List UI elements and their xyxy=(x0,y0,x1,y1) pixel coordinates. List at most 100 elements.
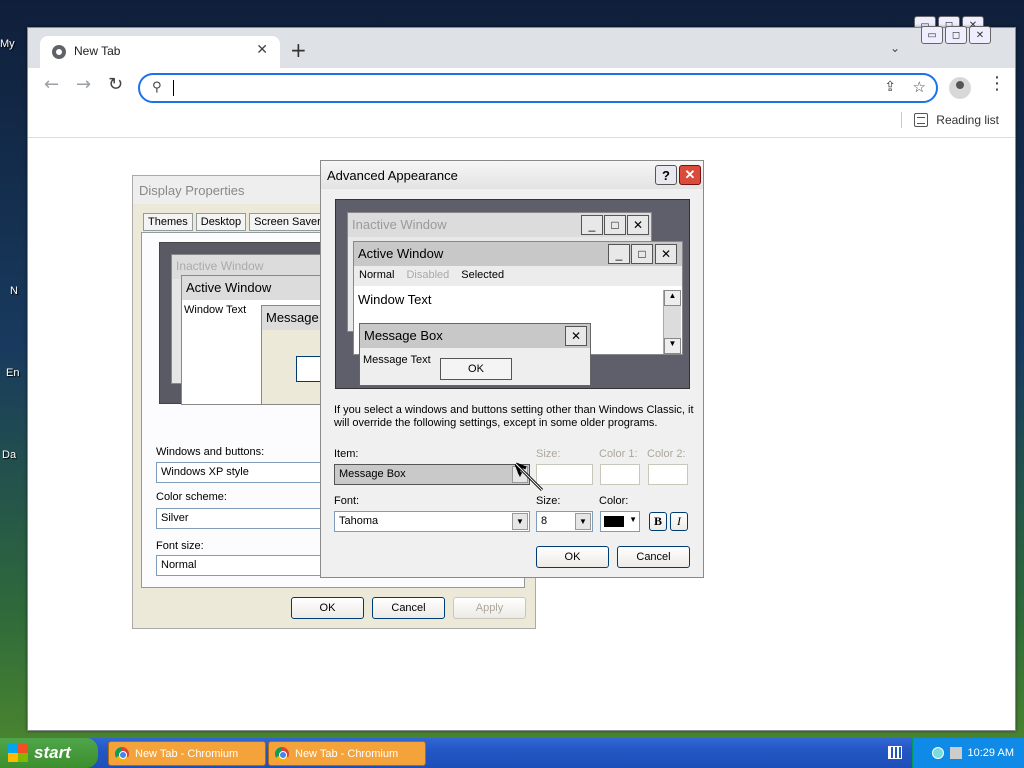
system-tray: 10:29 AM xyxy=(912,738,1024,768)
divider xyxy=(901,112,903,128)
window-controls: ▭ ◻ ✕ xyxy=(921,26,991,44)
chevron-down-icon[interactable]: ▼ xyxy=(512,513,528,530)
tab-search-chevron-icon[interactable]: ⌄ xyxy=(890,41,900,55)
cancel-button[interactable]: Cancel xyxy=(372,597,445,619)
start-button[interactable]: start xyxy=(0,738,98,768)
volume-icon[interactable] xyxy=(949,747,962,759)
clock[interactable]: 10:29 AM xyxy=(968,747,1014,759)
preview-message-ok: OK xyxy=(440,358,512,380)
item-select[interactable]: Message Box ▼ xyxy=(334,464,530,485)
cursor-icon xyxy=(514,462,544,492)
taskbar-item-label: New Tab - Chromium xyxy=(135,747,239,760)
preview-active-title: Active Window xyxy=(182,276,330,300)
chrome-favicon-icon xyxy=(52,45,66,59)
close-button[interactable]: ✕ xyxy=(679,165,701,185)
preview-message-title: Message Box xyxy=(360,324,590,348)
preview-window-text: Window Text xyxy=(184,304,247,316)
forward-button[interactable]: → xyxy=(76,76,91,94)
preview-message-text: Message Text xyxy=(363,354,431,366)
close-window-button[interactable]: ✕ xyxy=(969,26,991,44)
desktop-icon-label[interactable]: My xyxy=(0,38,15,50)
tab-desktop[interactable]: Desktop xyxy=(195,213,247,231)
maximize-icon: □ xyxy=(631,244,653,264)
desktop-icon-label[interactable]: En xyxy=(6,367,19,379)
taskbar-item-chromium[interactable]: New Tab - Chromium xyxy=(268,741,426,766)
dialog-title: Advanced Appearance xyxy=(321,161,703,189)
item-select-value: Message Box xyxy=(339,468,406,480)
text-caret xyxy=(173,80,174,96)
windows-logo-icon xyxy=(8,744,28,762)
windows-buttons-label: Windows and buttons: xyxy=(156,446,265,458)
item-label: Item: xyxy=(334,448,359,460)
new-tab-button[interactable]: + xyxy=(290,40,307,60)
font-color-label: Color: xyxy=(599,495,629,507)
menu-icon[interactable]: ⋮ xyxy=(988,75,1006,93)
font-size-select[interactable]: Normal xyxy=(156,555,326,576)
chevron-down-icon[interactable]: ▼ xyxy=(575,513,591,530)
tab-new-tab[interactable]: New Tab ✕ xyxy=(40,36,280,68)
color2-picker[interactable] xyxy=(648,464,688,485)
ok-button[interactable]: OK xyxy=(291,597,364,619)
reading-list-icon xyxy=(914,113,929,127)
advanced-appearance-dialog: Advanced Appearance ? ✕ Inactive Window … xyxy=(320,160,704,578)
bookmark-bar: Reading list xyxy=(28,108,1015,138)
minimize-icon: _ xyxy=(608,244,630,264)
windows-buttons-select[interactable]: Windows XP style xyxy=(156,462,326,483)
font-select[interactable]: Tahoma ▼ xyxy=(334,511,530,532)
tab-screen-saver[interactable]: Screen Saver xyxy=(249,213,326,231)
taskbar-item-chromium[interactable]: New Tab - Chromium xyxy=(108,741,266,766)
close-icon: ✕ xyxy=(655,244,677,264)
scroll-down-icon: ▼ xyxy=(664,338,681,354)
scroll-up-icon: ▲ xyxy=(664,290,681,306)
bold-button[interactable]: B xyxy=(649,512,667,531)
network-icon[interactable] xyxy=(931,747,944,759)
address-input[interactable] xyxy=(176,78,776,98)
omnibox[interactable]: ⚲ ⇪ ☆ xyxy=(138,73,938,103)
desktop-icon-label[interactable]: Da xyxy=(2,449,16,461)
chromium-icon xyxy=(275,746,289,761)
preview-scrollbar: ▲ ▼ xyxy=(663,290,681,354)
back-button[interactable]: ← xyxy=(44,76,59,94)
reload-button[interactable]: ↻ xyxy=(108,76,123,94)
bookmark-star-icon[interactable]: ☆ xyxy=(913,78,926,96)
size-label: Size: xyxy=(536,448,561,460)
italic-button[interactable]: I xyxy=(670,512,688,531)
close-icon: ✕ xyxy=(627,215,649,235)
preview-inactive-title-text: Inactive Window xyxy=(352,217,447,232)
color-swatch xyxy=(604,516,624,527)
desktop-icon-label[interactable]: N xyxy=(10,285,18,297)
cancel-button[interactable]: Cancel xyxy=(617,546,690,568)
help-button[interactable]: ? xyxy=(655,165,677,185)
preview-window-text: Window Text xyxy=(358,292,432,307)
taskbar-item-label: New Tab - Chromium xyxy=(295,747,399,760)
preview-menu-selected: Selected xyxy=(461,269,505,281)
minimize-icon: _ xyxy=(581,215,603,235)
maximize-button[interactable]: ◻ xyxy=(945,26,967,44)
search-icon: ⚲ xyxy=(152,80,162,95)
font-label: Font: xyxy=(334,495,360,507)
taskbar: start New Tab - Chromium New Tab - Chrom… xyxy=(0,738,1024,768)
apply-button[interactable]: Apply xyxy=(453,597,526,619)
font-size-select[interactable]: 8 ▼ xyxy=(536,511,593,532)
appearance-preview: Inactive Window _ □ ✕ Active Window _ □ … xyxy=(335,199,690,389)
font-color-picker[interactable]: ▼ xyxy=(600,511,640,532)
tab-themes[interactable]: Themes xyxy=(143,213,193,231)
preview-menu-disabled: Disabled xyxy=(406,269,450,281)
keyboard-icon[interactable] xyxy=(888,746,902,759)
color1-label: Color 1: xyxy=(599,448,638,460)
tab-row: Themes Desktop Screen Saver xyxy=(143,213,326,231)
close-icon: ✕ xyxy=(565,326,587,346)
info-text: If you select a windows and buttons sett… xyxy=(334,404,694,429)
close-tab-icon[interactable]: ✕ xyxy=(256,42,268,58)
color-scheme-select[interactable]: Silver xyxy=(156,508,326,529)
reading-list-button[interactable]: Reading list xyxy=(901,112,999,128)
tab-strip: New Tab ✕ + ⌄ ▭ ◻ ✕ xyxy=(28,26,1015,68)
appearance-preview: Inactive Window Active Window Window Tex… xyxy=(159,242,331,405)
share-icon[interactable]: ⇪ xyxy=(884,79,896,95)
start-label: start xyxy=(34,743,71,762)
color1-picker[interactable] xyxy=(600,464,640,485)
minimize-button[interactable]: ▭ xyxy=(921,26,943,44)
ok-button[interactable]: OK xyxy=(536,546,609,568)
profile-avatar-icon[interactable] xyxy=(949,77,971,99)
chevron-down-icon: ▼ xyxy=(629,515,637,524)
